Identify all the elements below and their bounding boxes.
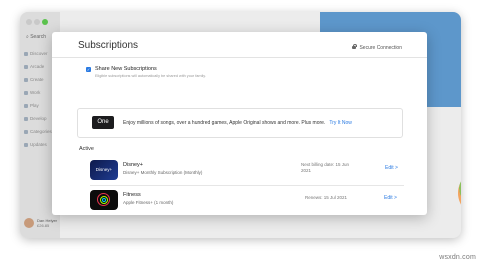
- secure-connection-indicator: Secure Connection: [352, 44, 402, 51]
- sidebar-item-label: Categories: [30, 129, 52, 134]
- share-subscriptions-description: Eligible subscriptions will automaticall…: [95, 74, 206, 78]
- arcade-icon: [24, 64, 28, 69]
- secure-connection-label: Secure Connection: [359, 45, 402, 51]
- sidebar-search-label: Search: [30, 34, 47, 40]
- develop-icon: [24, 116, 28, 121]
- sidebar-search[interactable]: ⌕ Search: [26, 34, 46, 40]
- stand-ring: [101, 197, 106, 202]
- close-window-button[interactable]: [26, 19, 32, 25]
- subscription-status-line1: Next billing date: 15 Jun: [301, 162, 350, 167]
- minimize-window-button[interactable]: [34, 19, 40, 25]
- fitness-rings-icon: [90, 190, 118, 210]
- subscription-status: Renews: 15 Jul 2021: [305, 195, 348, 200]
- disney-plus-icon: Disney+: [90, 160, 118, 180]
- lock-icon: [352, 44, 357, 50]
- share-subscriptions-label: Share New Subscriptions: [95, 66, 157, 72]
- discover-icon: [24, 51, 28, 56]
- watermark: wsxdn.com: [439, 254, 476, 261]
- zoom-window-button[interactable]: [42, 19, 48, 25]
- avatar: [24, 218, 34, 228]
- apple-one-promo: One Enjoy millions of songs, over a hund…: [77, 108, 403, 138]
- sidebar-item-label: Work: [30, 90, 41, 95]
- page-title: Subscriptions: [78, 40, 139, 51]
- account-balance: £26.85: [37, 223, 50, 228]
- subscription-name: Fitness: [123, 192, 141, 198]
- subscription-plan: Apple Fitness+ (1 month): [123, 200, 174, 205]
- apple-one-logo: One: [92, 116, 114, 129]
- featured-app-icon[interactable]: [458, 169, 461, 217]
- subscriptions-sheet: Subscriptions Secure Connection ✓ Share …: [52, 32, 427, 215]
- subscription-row-disney-plus: Disney+ Disney+ Disney+ Monthly Subscrip…: [79, 160, 409, 186]
- try-it-now-link[interactable]: Try It Now: [329, 120, 352, 126]
- promo-description: Enjoy millions of songs, over a hundred …: [123, 120, 326, 126]
- row-divider: [90, 185, 404, 186]
- divider: [52, 57, 427, 58]
- categories-icon: [24, 129, 28, 134]
- sidebar-item-label: Develop: [30, 116, 47, 121]
- subscription-row-fitness: Fitness Apple Fitness+ (1 month) Renews:…: [79, 190, 409, 215]
- edit-subscription-button[interactable]: Edit >: [384, 195, 397, 201]
- work-icon: [24, 90, 28, 95]
- share-subscriptions-checkbox[interactable]: ✓: [86, 67, 91, 72]
- play-icon: [24, 103, 28, 108]
- sidebar-item-label: Updates: [30, 142, 47, 147]
- edit-subscription-button[interactable]: Edit >: [385, 165, 398, 171]
- promo-text: Enjoy millions of songs, over a hundred …: [123, 120, 352, 126]
- subscription-status: Next billing date: 15 Jun 2021: [301, 162, 349, 174]
- updates-icon: [24, 142, 28, 147]
- sidebar-item-label: Arcade: [30, 64, 45, 69]
- sidebar-item-label: Discover: [30, 51, 48, 56]
- subscription-name: Disney+: [123, 162, 144, 168]
- active-section-heading: Active: [79, 146, 94, 152]
- create-icon: [24, 77, 28, 82]
- apple-one-logo-text: One: [97, 119, 109, 125]
- subscription-status-line2: 2021: [301, 168, 312, 173]
- sidebar-item-label: Play: [30, 103, 39, 108]
- sidebar-item-label: Create: [30, 77, 44, 82]
- subscription-plan: Disney+ Monthly Subscription (Monthly): [123, 170, 203, 175]
